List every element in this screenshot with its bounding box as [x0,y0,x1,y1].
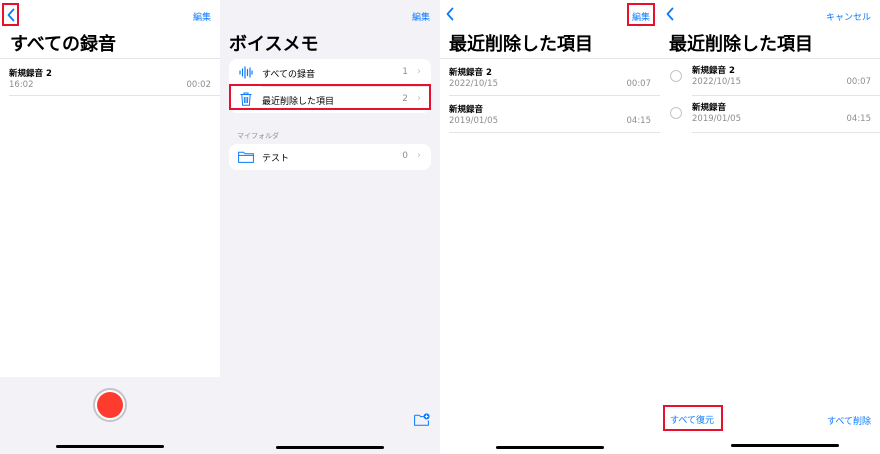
cancel-button[interactable]: キャンセル [826,10,871,23]
chevron-right-icon: › [417,66,421,77]
page-title: すべての録音 [10,34,117,55]
home-indicator [56,445,164,448]
voice-memos-screen: 編集 ボイスメモ すべての録音 1 › 最近削除した項目 2 › マイフォルダ … [220,0,440,454]
recording-date: 2022/10/15 [692,77,741,87]
waveform-icon [239,66,253,79]
recording-row[interactable]: 新規録音 2 2022/10/15 00:07 [440,59,660,95]
recording-row[interactable]: 新規録音 2 16:02 00:02 [0,59,220,95]
sidebar-item-label: すべての録音 [262,70,316,80]
folder-item-test[interactable]: テスト 0 › [229,144,431,170]
divider [449,132,660,133]
page-title: 最近削除した項目 [449,34,593,55]
recording-duration: 04:15 [846,114,872,124]
recently-deleted-screen: 編集 最近削除した項目 新規録音 2 2022/10/15 00:07 新規録音… [440,0,660,454]
all-recordings-screen: 編集 すべての録音 新規録音 2 16:02 00:02 [0,0,220,454]
recording-name: 新規録音 [449,105,484,115]
delete-all-button[interactable]: すべて削除 [827,414,871,427]
chevron-right-icon: › [417,150,421,161]
recording-duration: 00:07 [626,79,652,89]
back-button[interactable] [665,7,675,21]
page-title: 最近削除した項目 [669,34,813,55]
record-icon [97,392,123,418]
recording-duration: 00:07 [846,77,872,87]
sidebar-item-all-recordings[interactable]: すべての録音 1 › [229,59,431,86]
recover-all-label: すべて復元 [670,416,715,426]
select-checkbox[interactable] [670,107,682,119]
folder-icon [238,151,254,163]
home-indicator [276,446,384,449]
recording-name: 新規録音 [692,103,727,113]
new-folder-icon[interactable] [414,413,430,426]
select-checkbox[interactable] [670,70,682,82]
back-button[interactable] [445,7,455,21]
recording-name: 新規録音 2 [449,68,492,78]
recording-name: 新規録音 2 [692,66,735,76]
back-button[interactable] [2,3,19,26]
divider [9,95,220,96]
folder-label: テスト [262,154,290,164]
record-button[interactable] [93,388,127,422]
recording-duration: 00:02 [186,80,212,90]
item-count: 1 [402,67,408,77]
home-indicator [731,444,839,447]
recently-deleted-edit-screen: キャンセル 最近削除した項目 新規録音 2 2022/10/15 00:07 新… [660,0,880,454]
recording-date: 2019/01/05 [692,114,741,124]
edit-label: 編集 [632,13,651,23]
recording-date: 2022/10/15 [449,79,498,89]
recording-duration: 04:15 [626,116,652,126]
edit-button[interactable]: 編集 [627,3,655,26]
recover-all-button[interactable]: すべて復元 [663,405,723,431]
recording-row[interactable]: 新規録音 2019/01/05 04:15 [440,96,660,132]
chevron-left-icon [7,8,15,22]
section-header: マイフォルダ [237,132,279,140]
edit-button[interactable]: 編集 [412,10,430,23]
recording-row[interactable]: 新規録音 2 2022/10/15 00:07 [660,59,880,95]
divider [692,132,880,133]
home-indicator [496,446,604,449]
highlight-box [229,84,431,110]
record-toolbar [0,377,220,454]
recording-row[interactable]: 新規録音 2019/01/05 04:15 [660,96,880,132]
page-title: ボイスメモ [229,34,319,55]
recording-time: 16:02 [9,80,34,90]
edit-button[interactable]: 編集 [193,10,211,23]
item-count: 0 [402,151,408,161]
recording-date: 2019/01/05 [449,116,498,126]
recording-name: 新規録音 2 [9,69,52,79]
